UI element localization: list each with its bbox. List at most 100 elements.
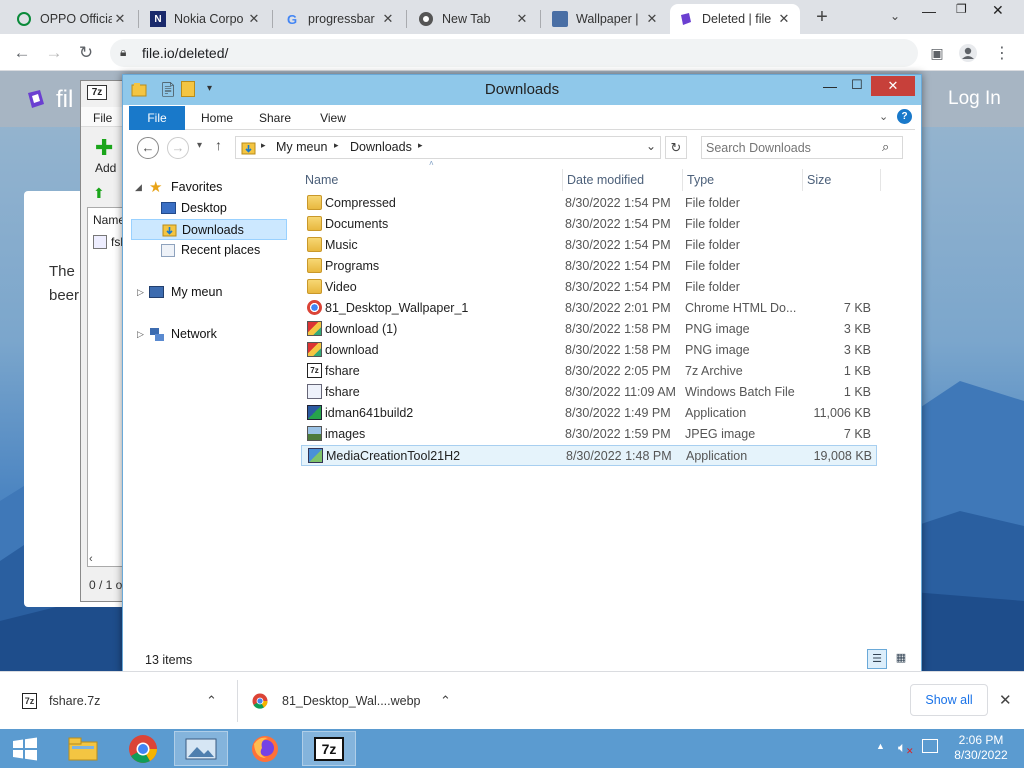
file-name: Video (325, 280, 357, 294)
minimize-icon[interactable]: — (823, 78, 837, 94)
taskbar-7zip[interactable]: 7z (302, 731, 356, 766)
table-row[interactable]: idman641build2 8/30/2022 1:49 PM Applicati… (301, 403, 877, 424)
close-window-icon[interactable]: ✕ (992, 2, 1004, 19)
breadcrumb-downloads[interactable]: Downloads (350, 140, 412, 154)
table-row[interactable]: Documents 8/30/2022 1:54 PM File folder (301, 214, 877, 235)
table-row[interactable]: download (1) 8/30/2022 1:58 PM PNG image 3 … (301, 319, 877, 340)
reload-icon[interactable]: ↻ (74, 41, 98, 65)
clock-date: 8/30/2022 (954, 748, 1008, 762)
search-box[interactable]: ⌕ (701, 136, 903, 159)
start-button[interactable] (0, 731, 50, 766)
close-icon[interactable]: ✕ (514, 11, 530, 27)
close-icon[interactable]: ✕ (380, 11, 396, 27)
taskbar-file-explorer[interactable] (56, 731, 110, 766)
collapsed-triangle-icon[interactable]: ▷ (137, 324, 144, 345)
table-row[interactable]: 7z fshare 8/30/2022 2:05 PM 7z Archive 1 KB (301, 361, 877, 382)
table-row[interactable]: images 8/30/2022 1:59 PM JPEG image 7 KB (301, 424, 877, 445)
nav-downloads[interactable]: Downloads (131, 219, 287, 240)
back-arrow-icon[interactable]: ← (10, 41, 34, 65)
close-icon[interactable]: ✕ (776, 11, 792, 27)
ribbon-tab-share[interactable]: Share (249, 106, 301, 130)
column-header-name[interactable]: Name (301, 169, 563, 191)
table-row[interactable]: Video 8/30/2022 1:54 PM File folder (301, 277, 877, 298)
up-folder-icon[interactable]: ⬆ (93, 185, 105, 202)
table-row[interactable]: Programs 8/30/2022 1:54 PM File folder (301, 256, 877, 277)
side-panel-icon[interactable]: ▣ (925, 41, 949, 65)
large-icons-view-icon[interactable]: ▦ (891, 649, 911, 669)
search-input[interactable] (706, 139, 876, 156)
address-bar[interactable]: 🔒︎ file.io/deleted/ (110, 39, 918, 67)
close-icon[interactable]: ✕ (112, 11, 128, 27)
breadcrumb-pc[interactable]: My meun (276, 140, 327, 154)
tab-oppo[interactable]: OPPO Official ✕ (8, 4, 136, 34)
clock-time: 2:06 PM (958, 733, 1004, 747)
menu-kebab-icon[interactable]: ⋮ (990, 41, 1014, 65)
taskbar-photos[interactable] (174, 731, 228, 766)
file-name: Programs (325, 259, 380, 273)
file-type: File folder (685, 238, 740, 252)
table-row[interactable]: download 8/30/2022 1:58 PM PNG image 3 KB (301, 340, 877, 361)
column-header-type[interactable]: Type (683, 169, 803, 191)
table-row[interactable]: 81_Desktop_Wallpaper_1 8/30/2022 2:01 PM C… (301, 298, 877, 319)
fileio-icon (678, 11, 694, 27)
nav-desktop[interactable]: Desktop (129, 198, 285, 219)
scroll-left-icon[interactable]: ‹ (89, 553, 93, 565)
ribbon-tab-file[interactable]: File (129, 106, 185, 130)
search-icon[interactable]: ⌕ (882, 139, 889, 155)
add-plus-icon[interactable]: ✚ (95, 135, 113, 161)
restore-icon[interactable]: ❐ (956, 2, 967, 16)
recent-locations-chevron-icon[interactable]: ▾ (197, 140, 202, 151)
clock[interactable]: 2:06 PM 8/30/2022 (948, 733, 1014, 763)
back-arrow-icon[interactable]: ← (137, 137, 159, 159)
taskbar-chrome[interactable] (116, 731, 170, 766)
column-header-size[interactable]: Size (803, 169, 881, 191)
maximize-icon[interactable]: ☐ (851, 77, 863, 93)
setup-app-icon (308, 448, 323, 463)
table-row[interactable]: Music 8/30/2022 1:54 PM File folder (301, 235, 877, 256)
forward-arrow-icon[interactable]: → (42, 41, 66, 65)
minimize-icon[interactable]: — (922, 3, 936, 19)
new-tab-button[interactable]: + (810, 6, 834, 30)
table-row[interactable]: fshare 8/30/2022 11:09 AM Windows Batch Fi… (301, 382, 877, 403)
ribbon-expand-chevron-icon[interactable]: ⌄ (879, 110, 888, 123)
close-shelf-icon[interactable]: ✕ (999, 691, 1012, 709)
ribbon-tab-view[interactable]: View (307, 106, 359, 130)
refresh-icon[interactable]: ↻ (665, 136, 687, 159)
favorites-star-icon: ★ (149, 179, 163, 196)
details-view-icon[interactable]: ☰ (867, 649, 887, 669)
taskbar-firefox[interactable] (238, 731, 292, 766)
folder-icon (307, 216, 322, 231)
explorer-titlebar[interactable]: 📄︎ ▾ Downloads — ☐ ✕ (123, 75, 921, 105)
file-date: 8/30/2022 2:05 PM (565, 364, 671, 378)
login-link[interactable]: Log In (948, 88, 1001, 110)
up-arrow-icon[interactable]: ↑ (215, 137, 222, 153)
network-status-icon[interactable] (922, 739, 938, 753)
close-icon[interactable]: ✕ (644, 11, 660, 27)
download-item-fshare[interactable]: 7z fshare.7z ⌃ (22, 672, 234, 730)
download-item-wallpaper[interactable]: 81_Desktop_Wal....webp ⌃ (252, 672, 468, 730)
table-row-selected[interactable]: MediaCreationTool21H2 8/30/2022 1:48 PM Ap… (301, 445, 877, 466)
ribbon-tab-home[interactable]: Home (191, 106, 243, 130)
tab-wallpaper[interactable]: Wallpaper | ✕ (544, 4, 668, 34)
forward-arrow-icon[interactable]: → (167, 137, 189, 159)
tab-new-tab[interactable]: New Tab ✕ (410, 4, 538, 34)
breadcrumb[interactable]: ▸ My meun ▸ Downloads ▸ ⌄ (235, 136, 661, 159)
expanded-triangle-icon[interactable]: ◢ (135, 177, 142, 198)
tab-deleted-fileio[interactable]: Deleted | file ✕ (670, 4, 800, 34)
tab-nokia[interactable]: N Nokia Corpo ✕ (142, 4, 270, 34)
tab-progressbar[interactable]: G progressbar ✕ (276, 4, 404, 34)
help-icon[interactable]: ? (897, 109, 912, 124)
collapsed-triangle-icon[interactable]: ▷ (137, 282, 144, 303)
profile-avatar-icon[interactable] (956, 41, 980, 65)
column-header-date[interactable]: Date modified (563, 169, 683, 191)
chevron-up-icon[interactable]: ⌃ (440, 693, 451, 709)
close-window-button[interactable]: ✕ (871, 76, 915, 96)
sevenzip-menu-file[interactable]: File (93, 111, 112, 125)
chevron-down-icon[interactable]: ⌄ (890, 9, 900, 23)
show-all-button[interactable]: Show all (910, 684, 988, 716)
table-row[interactable]: Compressed 8/30/2022 1:54 PM File folder (301, 193, 877, 214)
address-dropdown-chevron-icon[interactable]: ⌄ (646, 139, 656, 153)
chevron-up-icon[interactable]: ⌃ (206, 693, 217, 709)
close-icon[interactable]: ✕ (246, 11, 262, 27)
show-hidden-icons-icon[interactable]: ▲ (876, 741, 885, 751)
